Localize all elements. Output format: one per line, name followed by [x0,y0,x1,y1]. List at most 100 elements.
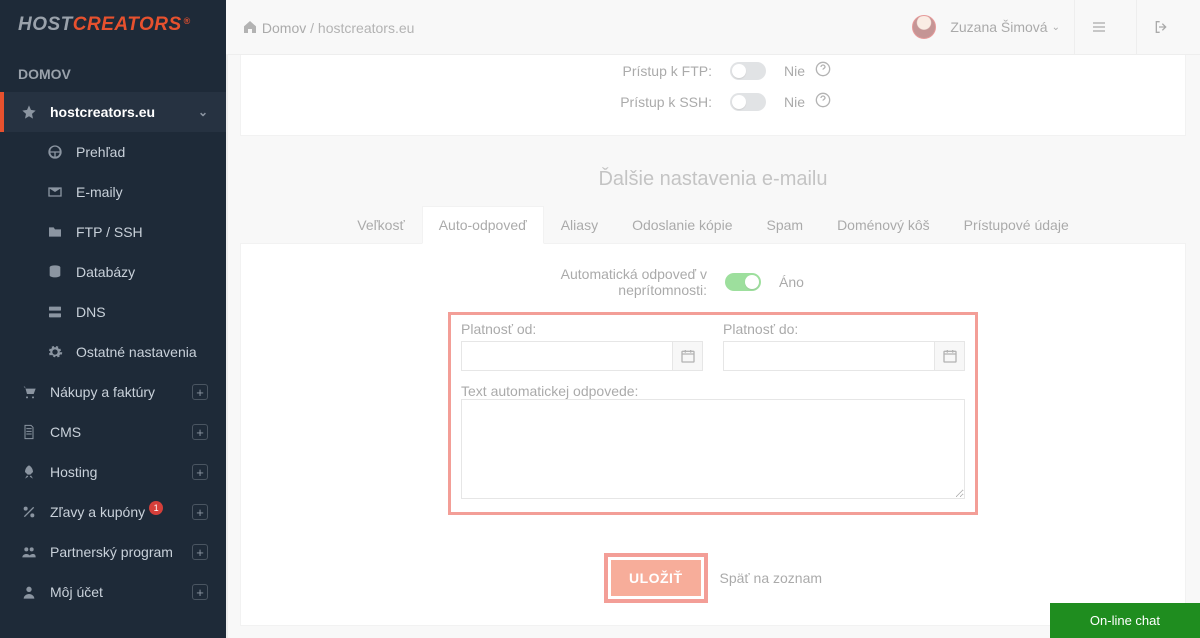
sidebar-item-overview[interactable]: Prehľad [0,132,226,172]
autoreply-text-label: Text automatickej odpovede: [461,383,638,399]
home-icon [242,20,262,36]
sidebar-item-label: Hosting [50,464,97,480]
brand-part2: CREATORS [73,14,182,36]
tab-domain-trash[interactable]: Doménový kôš [820,206,947,244]
sidebar-item-label: Ostatné nastavenia [76,344,197,360]
plus-icon: + [192,544,208,560]
breadcrumb-home[interactable]: Domov [262,20,306,36]
back-link[interactable]: Späť na zoznam [720,570,823,586]
tabs: Veľkosť Auto-odpoveď Aliasy Odoslanie kó… [240,205,1186,244]
tab-size[interactable]: Veľkosť [340,206,421,244]
access-panel: Prístup k FTP: Nie Prístup k SSH: Nie [240,55,1186,136]
calendar-icon[interactable] [935,341,965,371]
email-icon [44,184,66,200]
brand-reg: ® [184,16,191,26]
chevron-down-icon: ⌄ [1052,22,1060,33]
sidebar-item-label: Prehľad [76,144,125,160]
plus-icon: + [192,584,208,600]
plus-icon: + [192,504,208,520]
sidebar-item-emails[interactable]: E-maily [0,172,226,212]
valid-from-label: Platnosť od: [461,321,703,337]
cart-icon [18,384,40,400]
user-name: Zuzana Šimová [950,19,1047,35]
user-menu[interactable]: Zuzana Šimová ⌄ [950,19,1060,35]
breadcrumb: Domov / hostcreators.eu [242,19,414,36]
logout-button[interactable] [1136,0,1184,55]
ftp-access-label: Prístup k FTP: [552,63,712,79]
valid-to-label: Platnosť do: [723,321,965,337]
sidebar-item-cms[interactable]: CMS + [0,412,226,452]
percent-icon [18,504,40,520]
autoreply-value: Áno [779,274,899,290]
sidebar-item-label: Nákupy a faktúry [50,384,155,400]
sidebar-item-label: Zľavy a kupóny [50,504,145,520]
tab-credentials[interactable]: Prístupové údaje [947,206,1086,244]
email-settings: Ďalšie nastavenia e-mailu Veľkosť Auto-o… [240,154,1186,626]
gear-icon [44,344,66,360]
plus-icon: + [192,424,208,440]
menu-button[interactable] [1074,0,1122,55]
content-scroll[interactable]: Prístup k FTP: Nie Prístup k SSH: Nie Ďa… [226,55,1200,638]
sidebar-item-databases[interactable]: Databázy [0,252,226,292]
valid-from-input[interactable] [461,341,673,371]
sidebar-item-label: FTP / SSH [76,224,143,240]
plus-icon: + [192,384,208,400]
sidebar-item-my-account[interactable]: Môj účet + [0,572,226,612]
user-avatar[interactable] [912,15,936,39]
dns-icon [44,304,66,320]
sidebar-item-hosting[interactable]: Hosting + [0,452,226,492]
dashboard-icon [44,144,66,160]
autoreply-textarea[interactable] [461,399,965,499]
help-icon[interactable] [815,92,831,111]
sidebar-item-partner[interactable]: Partnerský program + [0,532,226,572]
notification-badge: 1 [149,501,163,515]
email-settings-title: Ďalšie nastavenia e-mailu [240,154,1186,205]
help-icon[interactable] [815,61,831,80]
section-label: DOMOV [0,48,226,92]
sidebar-item-label: Databázy [76,264,135,280]
ssh-access-label: Prístup k SSH: [552,94,712,110]
document-icon [18,424,40,440]
tab-spam[interactable]: Spam [749,206,820,244]
sidebar-item-label: CMS [50,424,81,440]
tab-send-copy[interactable]: Odoslanie kópie [615,206,749,244]
ssh-toggle[interactable] [730,93,766,111]
rocket-icon [18,464,40,480]
autoreply-label: Automatická odpoveď v neprítomnosti: [527,266,707,298]
chevron-down-icon: ⌄ [198,105,208,119]
sidebar-item-label: Môj účet [50,584,103,600]
sidebar-item-ftp-ssh[interactable]: FTP / SSH [0,212,226,252]
ftp-toggle[interactable] [730,62,766,80]
topbar: Domov / hostcreators.eu Zuzana Šimová ⌄ [226,0,1200,55]
ssh-access-value: Nie [784,94,805,110]
breadcrumb-separator: / [310,20,318,36]
tab-aliases[interactable]: Aliasy [544,206,615,244]
save-button[interactable]: ULOŽIŤ [611,560,701,596]
brand-part1: HOST [18,14,73,36]
autoreply-toggle[interactable] [725,273,761,291]
calendar-icon[interactable] [673,341,703,371]
database-icon [44,264,66,280]
sidebar-item-hostcreators[interactable]: hostcreators.eu ⌄ [0,92,226,132]
sidebar-item-label: hostcreators.eu [50,104,155,120]
sidebar-item-dns[interactable]: DNS [0,292,226,332]
sidebar-item-other-settings[interactable]: Ostatné nastavenia [0,332,226,372]
chat-button[interactable]: On-line chat [1050,603,1200,638]
sidebar: HOSTCREATORS® DOMOV hostcreators.eu ⌄ Pr… [0,0,226,638]
folder-icon [44,224,66,240]
sidebar-item-label: DNS [76,304,106,320]
valid-to-input[interactable] [723,341,935,371]
star-icon [18,104,40,120]
save-highlight: ULOŽIŤ [604,553,708,603]
sidebar-item-discounts[interactable]: Zľavy a kupóny 1 + [0,492,226,532]
tab-autoreply[interactable]: Auto-odpoveď [422,206,544,244]
autoreply-form: Platnosť od: Platnosť do: [448,312,978,515]
sidebar-item-label: Partnerský program [50,544,173,560]
sidebar-item-label: E-maily [76,184,123,200]
main-area: Domov / hostcreators.eu Zuzana Šimová ⌄ … [226,0,1200,638]
user-icon [18,584,40,600]
ftp-access-value: Nie [784,63,805,79]
sidebar-item-purchases[interactable]: Nákupy a faktúry + [0,372,226,412]
brand-logo[interactable]: HOSTCREATORS® [0,0,226,48]
chat-label: On-line chat [1090,613,1160,628]
